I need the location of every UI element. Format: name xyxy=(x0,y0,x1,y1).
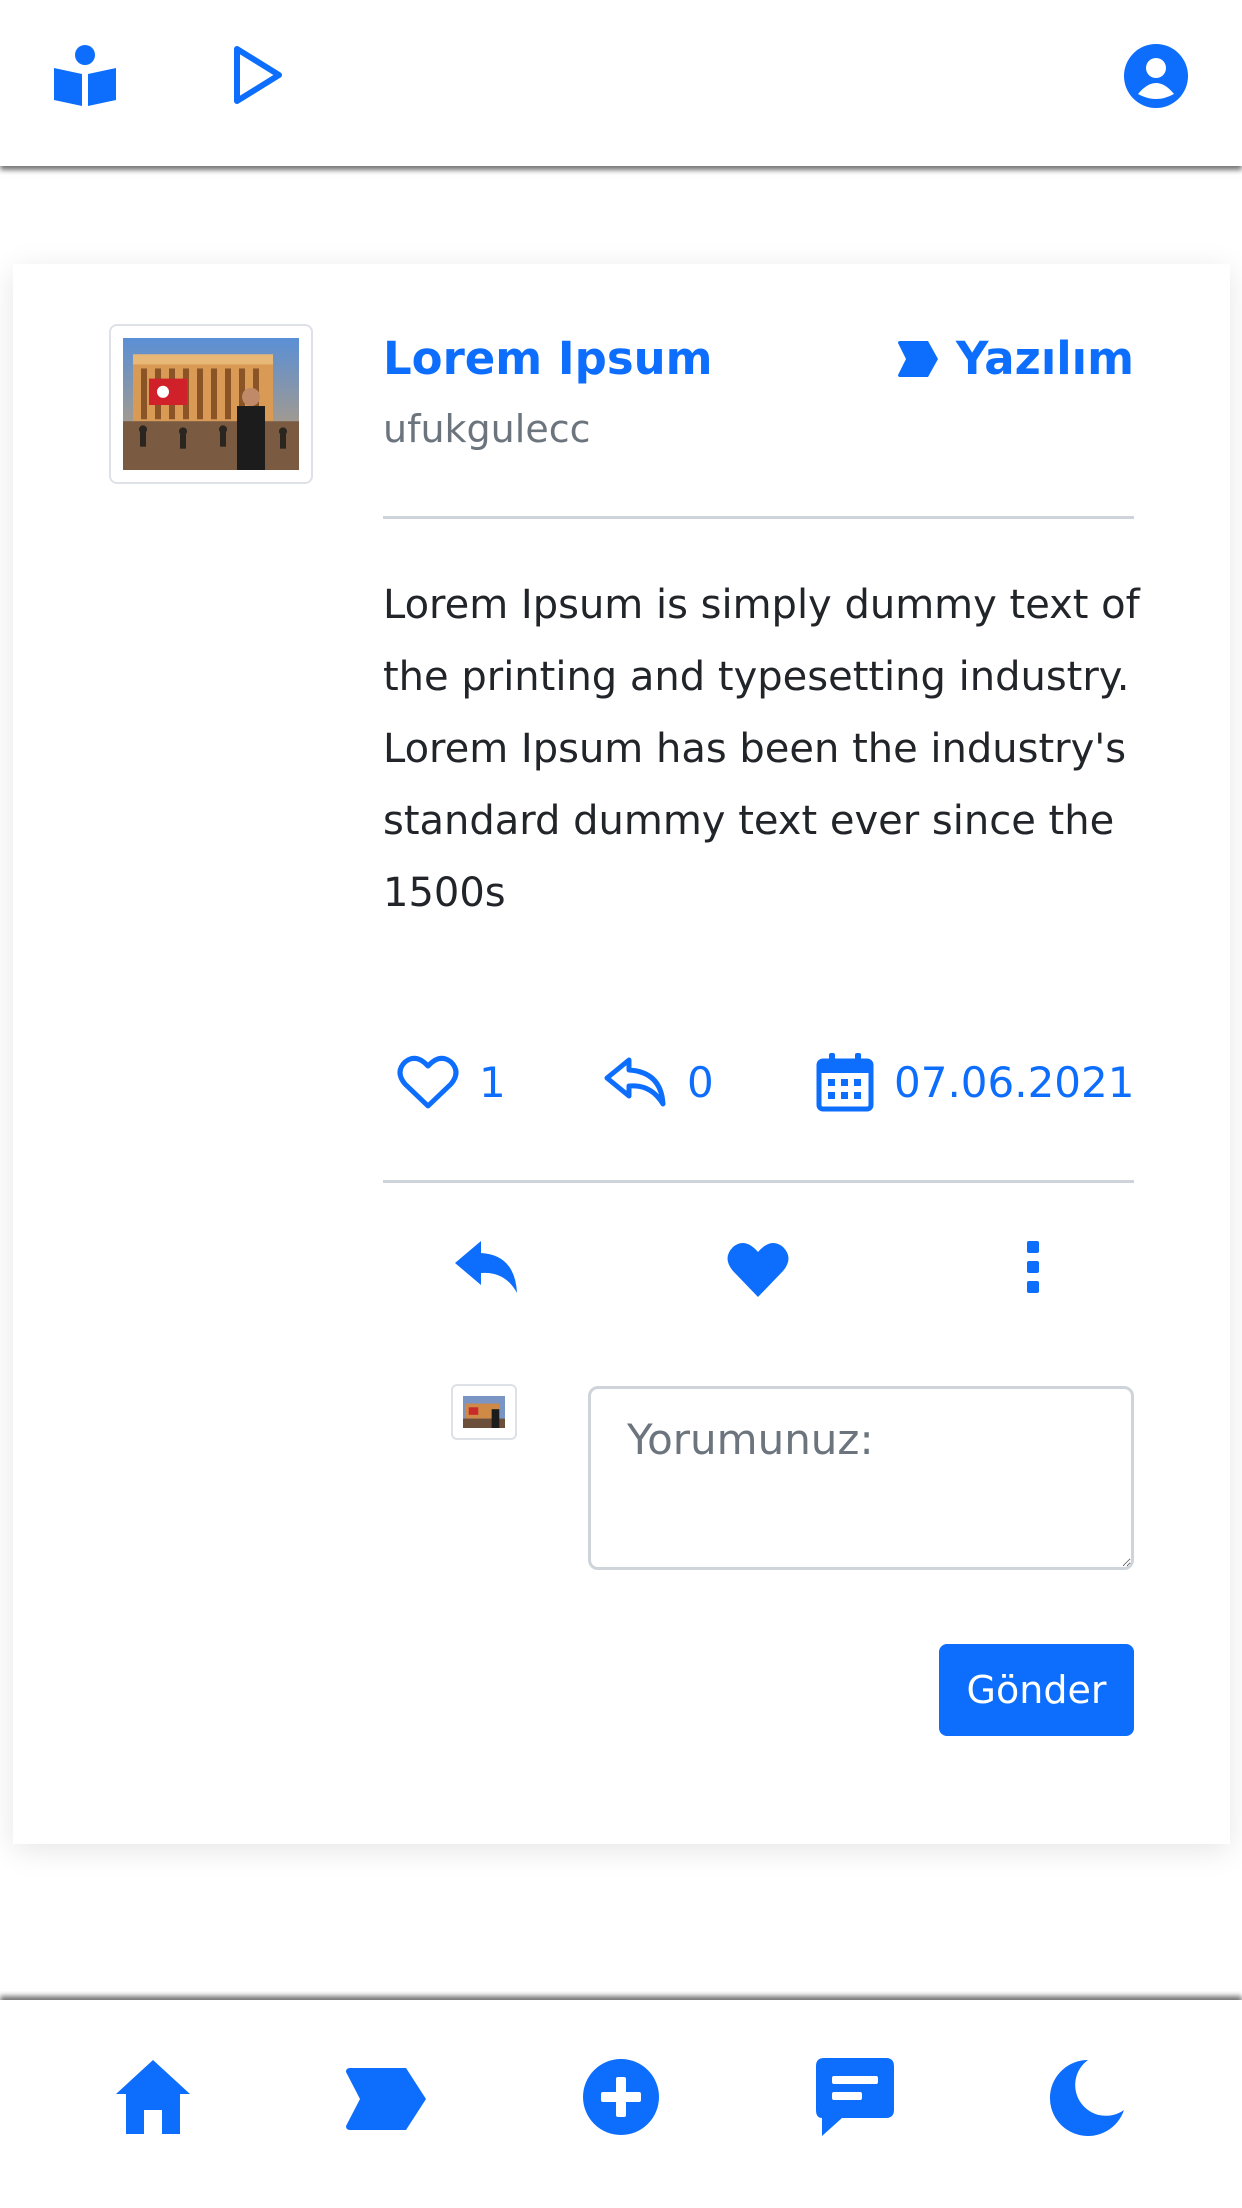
heart-outline-icon xyxy=(397,1055,459,1109)
send-button[interactable]: Gönder xyxy=(939,1644,1134,1736)
header-divider xyxy=(383,516,1134,519)
post-title[interactable]: Lorem Ipsum xyxy=(383,332,713,385)
author-photo xyxy=(123,338,299,470)
post-date: 07.06.2021 xyxy=(894,1057,1135,1107)
reply-icon[interactable] xyxy=(453,1239,519,1295)
user-circle-icon[interactable] xyxy=(1124,44,1188,108)
add-icon[interactable] xyxy=(582,2058,660,2136)
calendar-icon xyxy=(816,1053,874,1112)
post-body: Lorem Ipsum is simply dummy text of the … xyxy=(383,582,1140,916)
category-label: Yazılım xyxy=(955,332,1134,385)
comment-input[interactable] xyxy=(588,1386,1134,1570)
play-icon[interactable] xyxy=(232,44,284,106)
top-navbar xyxy=(0,0,1242,166)
replies-count: 0 xyxy=(687,1057,714,1107)
bottom-navbar xyxy=(0,2000,1242,2208)
commenter-photo xyxy=(463,1396,505,1428)
moon-icon[interactable] xyxy=(1048,2058,1126,2136)
tag-icon xyxy=(897,340,938,377)
date-stat: 07.06.2021 xyxy=(816,1047,1134,1117)
likes-stat: 1 xyxy=(397,1047,506,1117)
reply-outline-icon xyxy=(604,1057,666,1107)
category-link[interactable]: Yazılım xyxy=(897,332,1134,385)
replies-stat: 0 xyxy=(603,1047,714,1117)
author-avatar[interactable] xyxy=(109,324,313,484)
likes-count: 1 xyxy=(479,1057,506,1107)
stats-divider xyxy=(383,1180,1134,1183)
more-vertical-icon[interactable] xyxy=(1025,1239,1041,1295)
commenter-avatar xyxy=(451,1384,517,1440)
message-icon[interactable] xyxy=(816,2058,894,2136)
post-username[interactable]: ufukgulecc xyxy=(383,407,590,451)
tag-icon[interactable] xyxy=(346,2068,426,2130)
post-card: Lorem Ipsum ufukgulecc Yazılım Lorem Ips… xyxy=(13,264,1230,1844)
heart-icon[interactable] xyxy=(725,1239,791,1299)
home-icon[interactable] xyxy=(114,2058,192,2136)
book-reader-icon[interactable] xyxy=(52,44,118,106)
